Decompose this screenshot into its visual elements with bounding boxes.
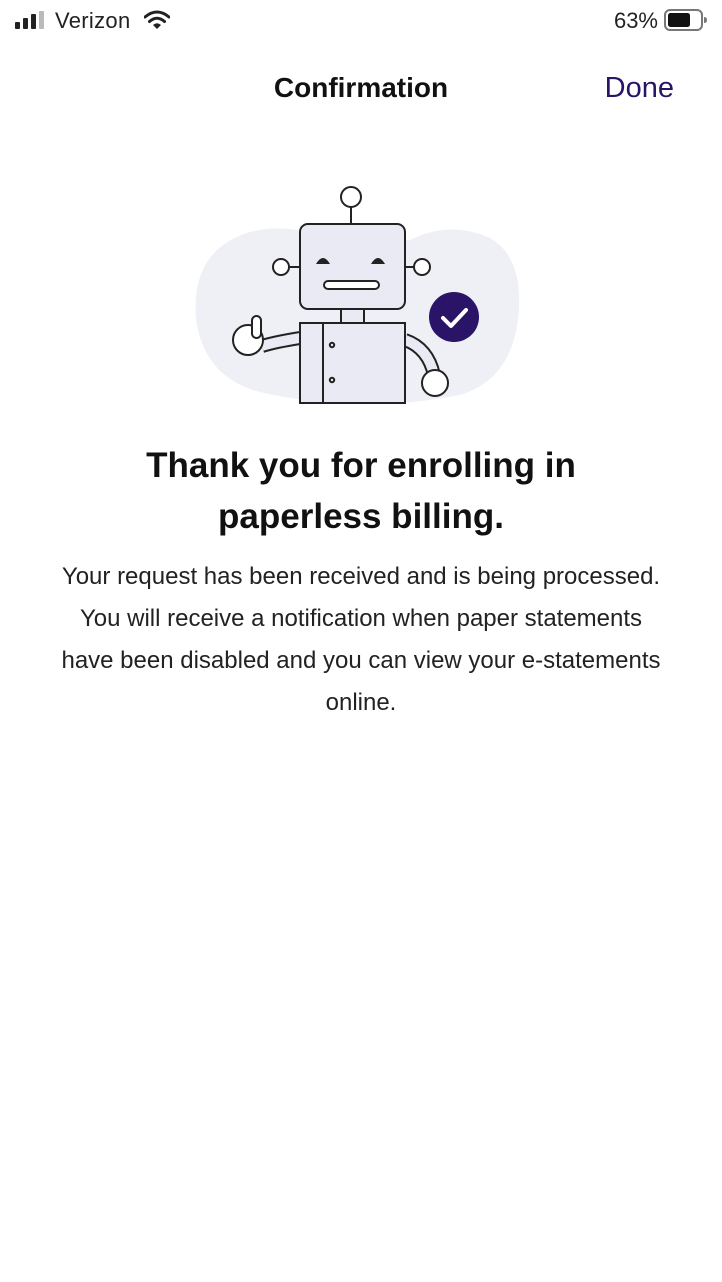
battery-icon xyxy=(664,9,707,31)
confirmation-message: Your request has been received and is be… xyxy=(61,563,661,716)
status-bar: Verizon 63% xyxy=(0,0,722,42)
wifi-icon xyxy=(144,10,170,29)
signal-bars-icon xyxy=(15,11,44,29)
battery-percentage: 63% xyxy=(613,8,658,33)
checkmark-circle-icon xyxy=(429,292,479,342)
confirmation-headline: Thank you for enrolling in paperless bil… xyxy=(146,446,576,536)
done-button[interactable]: Done xyxy=(605,70,674,106)
carrier-name: Verizon xyxy=(55,8,131,33)
robot-illustration xyxy=(195,186,520,405)
